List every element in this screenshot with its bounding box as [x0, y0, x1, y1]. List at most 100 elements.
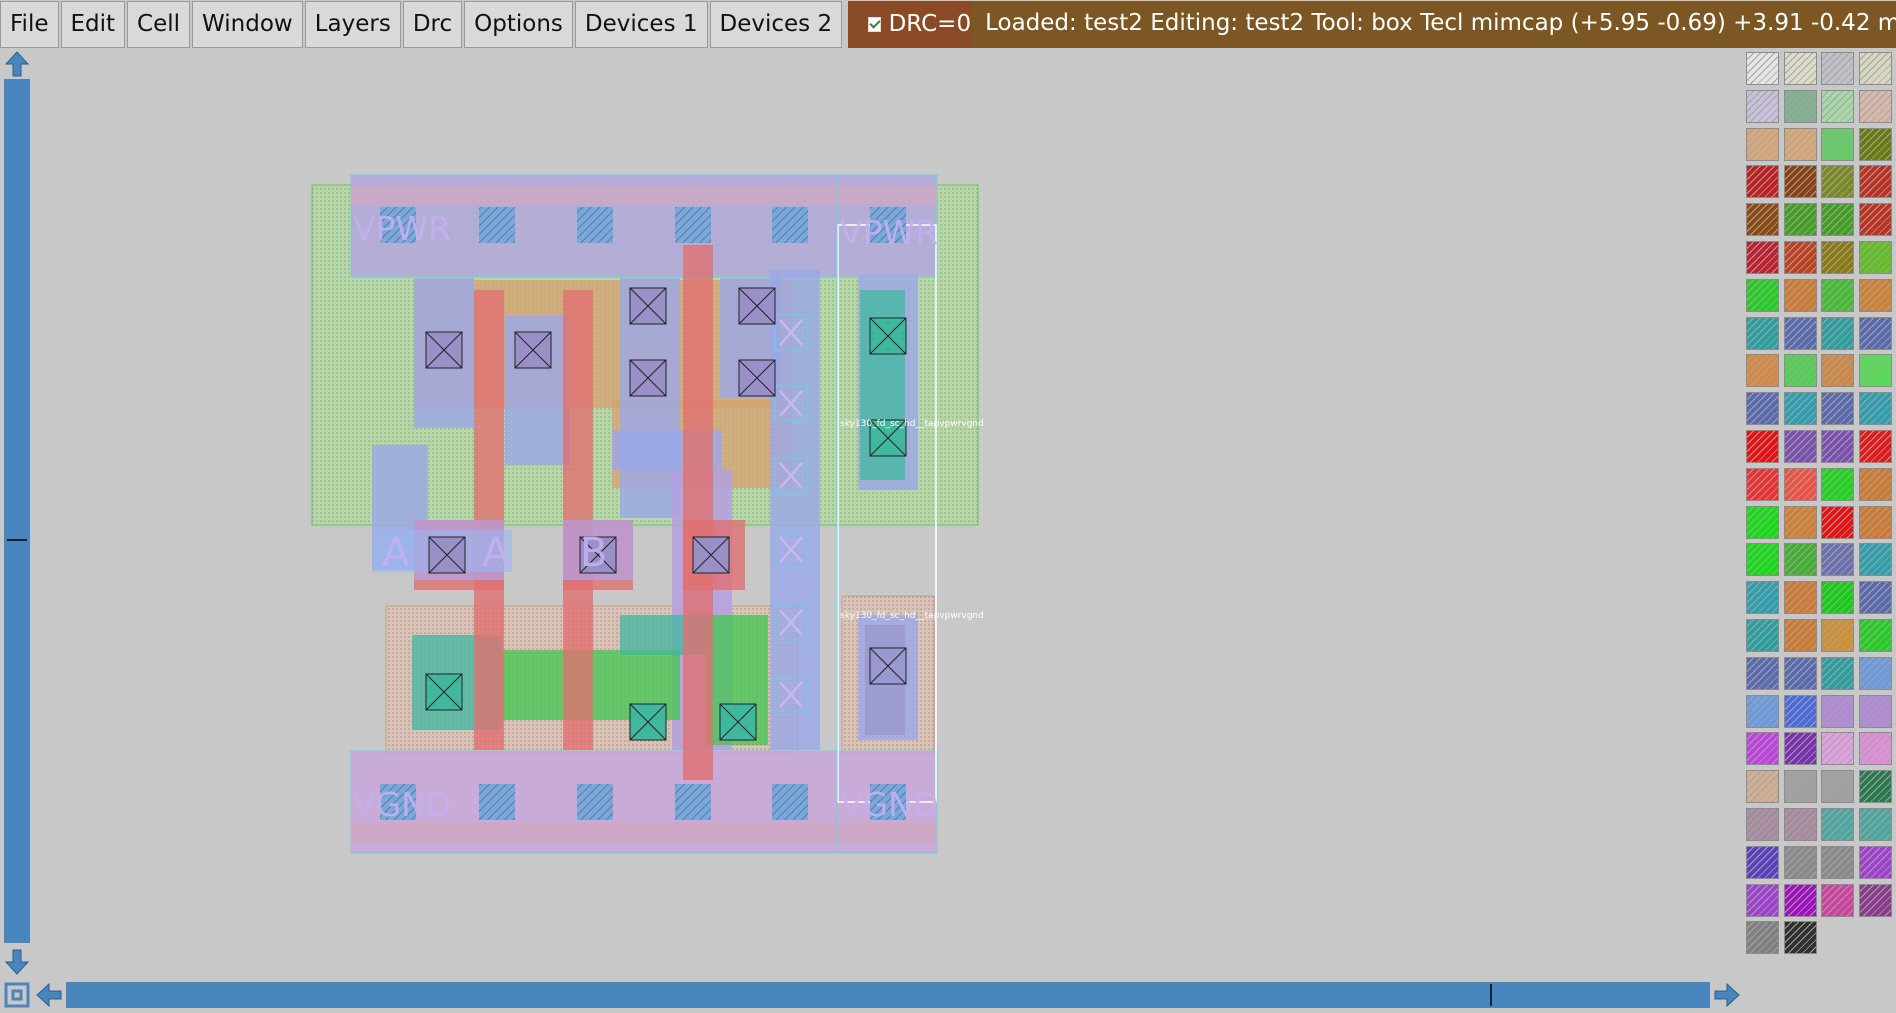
- layer-swatch[interactable]: [1858, 241, 1892, 274]
- layer-swatch[interactable]: [1783, 392, 1817, 426]
- layer-swatch[interactable]: [1821, 732, 1854, 766]
- layer-swatch[interactable]: [1858, 392, 1892, 426]
- layer-swatch[interactable]: [1858, 52, 1892, 85]
- layer-swatch[interactable]: [1746, 656, 1779, 690]
- layer-swatch[interactable]: [1821, 467, 1854, 501]
- layer-swatch[interactable]: [1783, 165, 1817, 199]
- layer-swatch[interactable]: [1746, 165, 1779, 199]
- horizontal-scrollbar[interactable]: [0, 978, 1745, 1012]
- layer-palette[interactable]: [1742, 49, 1896, 1012]
- layer-swatch[interactable]: [1821, 845, 1854, 879]
- layer-swatch[interactable]: [1746, 241, 1779, 274]
- layer-swatch[interactable]: [1821, 808, 1854, 841]
- layer-swatch[interactable]: [1783, 52, 1817, 85]
- layer-swatch[interactable]: [1746, 770, 1779, 804]
- layer-swatch[interactable]: [1746, 316, 1779, 350]
- layer-swatch[interactable]: [1746, 89, 1779, 123]
- layer-swatch[interactable]: [1783, 203, 1817, 237]
- layer-swatch[interactable]: [1783, 89, 1817, 123]
- layer-swatch[interactable]: [1783, 845, 1817, 879]
- zoom-box-icon[interactable]: [3, 981, 31, 1009]
- layer-swatch[interactable]: [1858, 770, 1892, 804]
- menu-edit[interactable]: Edit: [60, 1, 126, 48]
- menu-drc[interactable]: Drc: [402, 1, 463, 48]
- layer-swatch[interactable]: [1746, 505, 1779, 539]
- layer-swatch[interactable]: [1783, 619, 1817, 652]
- layer-swatch[interactable]: [1783, 656, 1817, 690]
- layer-swatch[interactable]: [1783, 770, 1817, 804]
- layer-swatch[interactable]: [1783, 694, 1817, 728]
- layer-swatch[interactable]: [1783, 581, 1817, 615]
- menu-devices-1[interactable]: Devices 1: [574, 1, 708, 48]
- scroll-down-icon[interactable]: [2, 947, 32, 977]
- layer-swatch[interactable]: [1858, 808, 1892, 841]
- layer-swatch[interactable]: [1783, 467, 1817, 501]
- layer-swatch[interactable]: [1821, 52, 1854, 85]
- menu-options[interactable]: Options: [464, 1, 573, 48]
- layer-swatch[interactable]: [1858, 316, 1892, 350]
- vertical-scrollbar[interactable]: [2, 49, 32, 979]
- layer-swatch[interactable]: [1821, 316, 1854, 350]
- scroll-left-icon[interactable]: [34, 981, 64, 1009]
- layer-swatch[interactable]: [1746, 203, 1779, 237]
- layer-swatch[interactable]: [1821, 354, 1854, 388]
- menu-window[interactable]: Window: [192, 1, 303, 48]
- vertical-scroll-thumb[interactable]: [7, 539, 27, 541]
- layer-swatch[interactable]: [1821, 619, 1854, 652]
- layer-swatch[interactable]: [1821, 165, 1854, 199]
- menu-layers[interactable]: Layers: [304, 1, 401, 48]
- layer-swatch[interactable]: [1783, 732, 1817, 766]
- layer-swatch[interactable]: [1858, 694, 1892, 728]
- layer-swatch[interactable]: [1821, 770, 1854, 804]
- layer-swatch[interactable]: [1746, 467, 1779, 501]
- layer-swatch[interactable]: [1746, 278, 1779, 312]
- layer-swatch[interactable]: [1746, 845, 1779, 879]
- layer-swatch[interactable]: [1821, 89, 1854, 123]
- layer-swatch[interactable]: [1783, 921, 1817, 955]
- layer-swatch[interactable]: [1858, 127, 1892, 161]
- layer-swatch[interactable]: [1746, 732, 1779, 766]
- layer-swatch[interactable]: [1821, 430, 1854, 463]
- layer-swatch[interactable]: [1858, 732, 1892, 766]
- layer-swatch[interactable]: [1858, 203, 1892, 237]
- layer-swatch[interactable]: [1821, 694, 1854, 728]
- layer-swatch[interactable]: [1858, 467, 1892, 501]
- layer-swatch[interactable]: [1746, 921, 1779, 955]
- layer-swatch[interactable]: [1821, 127, 1854, 161]
- horizontal-scroll-thumb[interactable]: [1490, 984, 1492, 1006]
- scroll-right-icon[interactable]: [1712, 981, 1742, 1009]
- layer-swatch[interactable]: [1858, 845, 1892, 879]
- layer-swatch[interactable]: [1746, 543, 1779, 577]
- layer-swatch[interactable]: [1783, 354, 1817, 388]
- layer-swatch[interactable]: [1746, 354, 1779, 388]
- menu-file[interactable]: File: [0, 1, 59, 48]
- layer-swatch[interactable]: [1858, 883, 1892, 917]
- layer-swatch[interactable]: [1858, 543, 1892, 577]
- layer-swatch[interactable]: [1821, 505, 1854, 539]
- layer-swatch[interactable]: [1821, 543, 1854, 577]
- layer-swatch[interactable]: [1858, 619, 1892, 652]
- layer-swatch[interactable]: [1821, 241, 1854, 274]
- layer-swatch[interactable]: [1858, 656, 1892, 690]
- menu-cell[interactable]: Cell: [127, 1, 191, 48]
- layer-swatch[interactable]: [1858, 165, 1892, 199]
- layer-swatch[interactable]: [1821, 883, 1854, 917]
- layer-swatch[interactable]: [1858, 581, 1892, 615]
- layer-swatch[interactable]: [1783, 127, 1817, 161]
- layer-swatch[interactable]: [1746, 52, 1779, 85]
- layer-swatch[interactable]: [1746, 808, 1779, 841]
- layer-swatch[interactable]: [1746, 430, 1779, 463]
- layer-swatch[interactable]: [1746, 581, 1779, 615]
- scroll-up-icon[interactable]: [2, 49, 32, 79]
- layer-swatch[interactable]: [1858, 505, 1892, 539]
- layer-swatch[interactable]: [1858, 354, 1892, 388]
- layer-swatch[interactable]: [1783, 505, 1817, 539]
- layer-swatch[interactable]: [1858, 430, 1892, 463]
- layer-swatch[interactable]: [1746, 694, 1779, 728]
- layer-swatch[interactable]: [1746, 619, 1779, 652]
- layer-swatch[interactable]: [1783, 430, 1817, 463]
- menu-devices-2[interactable]: Devices 2: [709, 1, 843, 48]
- layer-swatch[interactable]: [1783, 808, 1817, 841]
- layer-swatch[interactable]: [1783, 278, 1817, 312]
- layer-swatch[interactable]: [1821, 392, 1854, 426]
